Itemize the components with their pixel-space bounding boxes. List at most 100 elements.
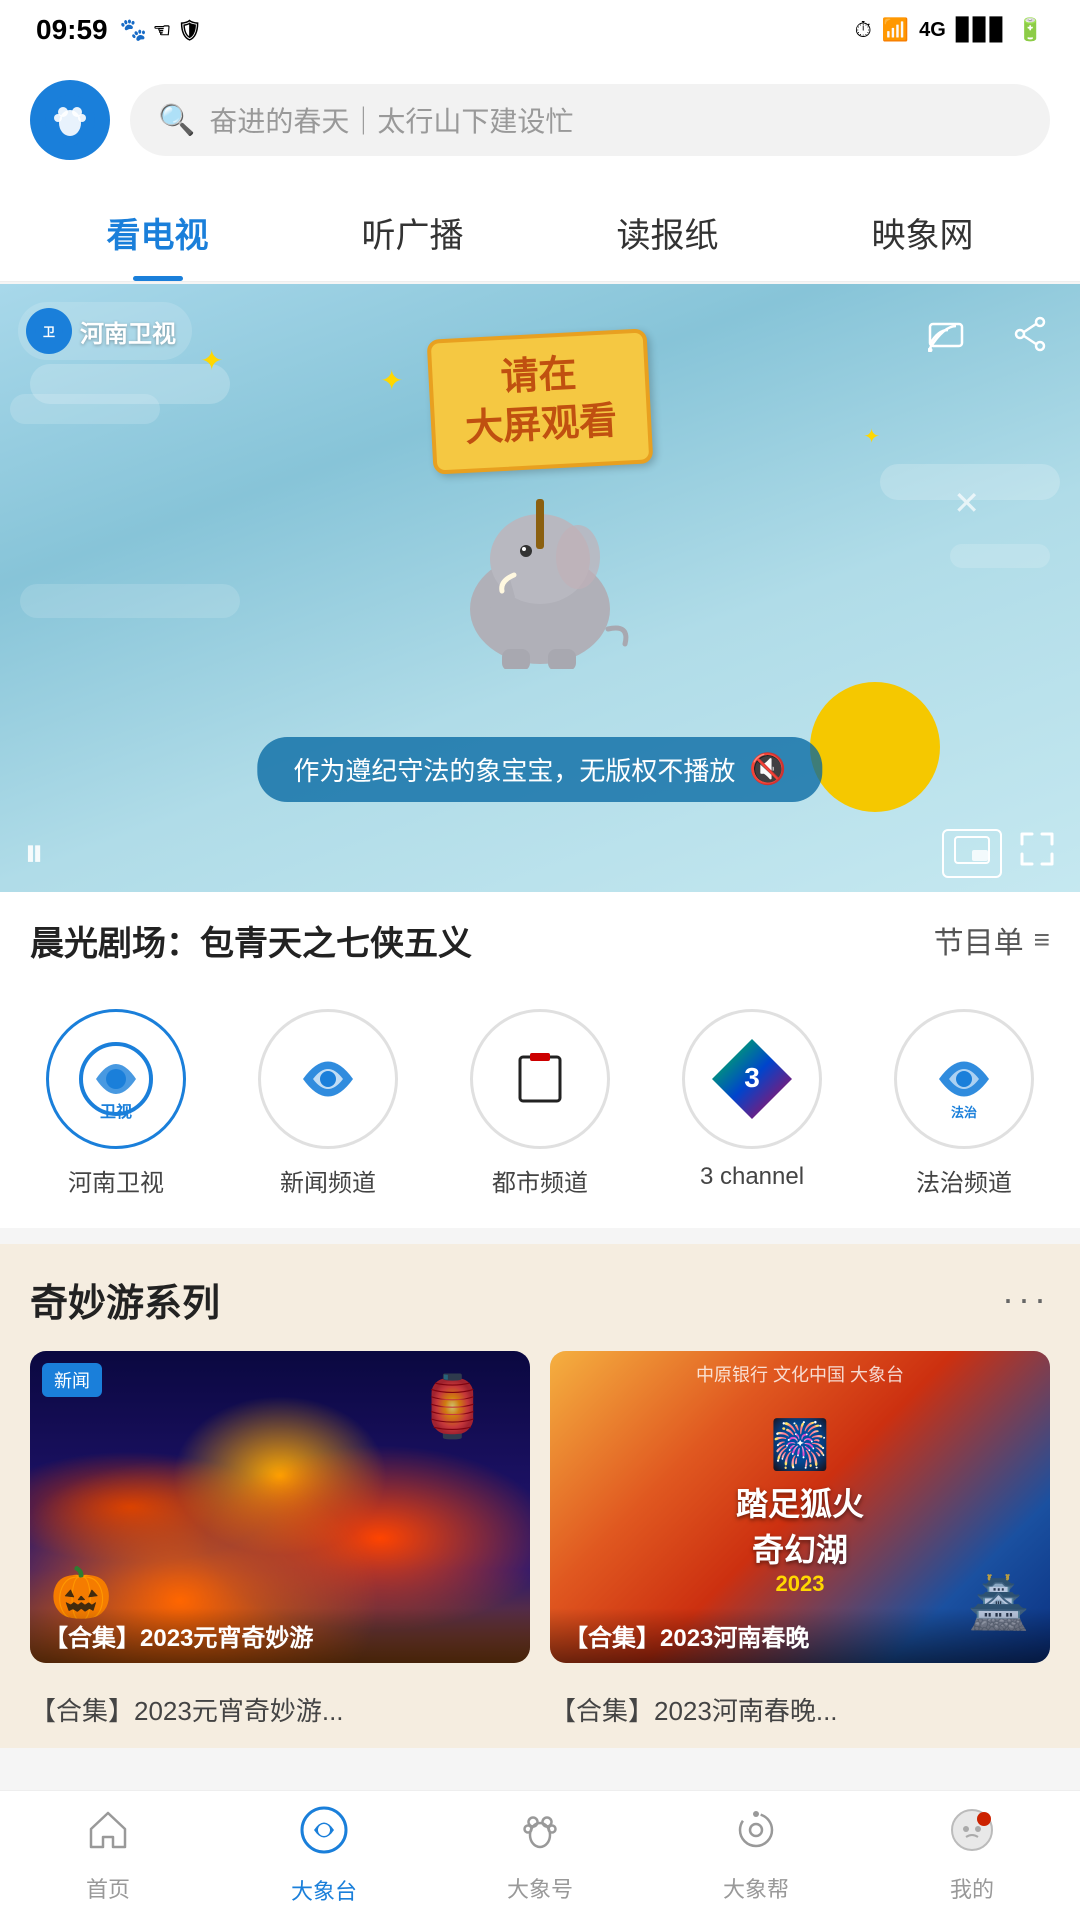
nav-daxianghao-label: 大象号 bbox=[507, 1872, 573, 1904]
nav-mine[interactable]: 我的 bbox=[864, 1791, 1080, 1920]
card-badge-1: 新闻 bbox=[42, 1363, 102, 1397]
channel-circle-dushi bbox=[470, 1009, 610, 1149]
tab-tv[interactable]: 看电视 bbox=[30, 180, 285, 281]
section-cards: 🏮 🎃 新闻 【合集】2023元宵奇妙游 中原银行 文化中国 大象台 🎆 踏足狐… bbox=[30, 1351, 1050, 1664]
nav-daxiangtai-label: 大象台 bbox=[291, 1874, 357, 1906]
cast-icon bbox=[928, 316, 964, 352]
nav-home-label: 首页 bbox=[86, 1872, 130, 1904]
section-header: 奇妙游系列 ··· bbox=[30, 1272, 1050, 1327]
program-title: 晨光剧场：包青天之七侠五义 bbox=[30, 916, 472, 965]
cloud-2 bbox=[10, 394, 160, 424]
app-logo[interactable] bbox=[30, 80, 110, 160]
search-bar[interactable]: 🔍 奋进的春天｜太行山下建设忙 bbox=[130, 84, 1050, 156]
cast-button[interactable] bbox=[914, 302, 978, 366]
channel-circle-fazhi: 法治 bbox=[894, 1009, 1034, 1149]
svg-text:法治: 法治 bbox=[951, 1105, 977, 1120]
fullscreen-icon bbox=[1018, 830, 1056, 868]
nav-daxiangtai[interactable]: 大象台 bbox=[216, 1791, 432, 1920]
search-icon: 🔍 bbox=[158, 103, 195, 138]
home-icon bbox=[85, 1807, 131, 1864]
channel-item-henan[interactable]: 卫视 河南卫视 bbox=[46, 1009, 186, 1198]
subtitle-bar: 作为遵纪守法的象宝宝，无版权不播放 🔇 bbox=[257, 737, 822, 802]
dushi-logo bbox=[490, 1029, 590, 1129]
channel-logo-circle: 卫 bbox=[26, 308, 72, 354]
hand-icon: ☜ bbox=[153, 18, 171, 43]
status-right-icons: ⏱ 📶 4G ▊▊▊ 🔋 bbox=[855, 17, 1044, 43]
sign-board: 请在 大屏观看 bbox=[427, 328, 654, 474]
card-captions-row: 【合集】2023元宵奇妙游... 【合集】2023河南春晚... bbox=[0, 1691, 1080, 1748]
channel-label-fazhi: 法治频道 bbox=[916, 1163, 1012, 1198]
wifi-icon: 📶 bbox=[882, 17, 909, 43]
cloud-5 bbox=[950, 544, 1050, 568]
caption-below-1: 【合集】2023元宵奇妙游... bbox=[30, 1691, 530, 1728]
battery-icon: 🔋 bbox=[1017, 17, 1044, 43]
channel-item-dushi[interactable]: 都市频道 bbox=[470, 1009, 610, 1198]
channel-label-news: 新闻频道 bbox=[280, 1163, 376, 1198]
section-title: 奇妙游系列 bbox=[30, 1272, 220, 1327]
card2-festival-text: 踏足狐火奇幻湖 bbox=[736, 1479, 864, 1571]
schedule-button[interactable]: 节目单 ≡ bbox=[934, 918, 1050, 962]
nav-daxianghao[interactable]: 大象号 bbox=[432, 1791, 648, 1920]
card-1-content: 🏮 🎃 新闻 【合集】2023元宵奇妙游 bbox=[30, 1351, 530, 1664]
nav-mine-label: 我的 bbox=[950, 1872, 994, 1904]
timer-icon: ⏱ bbox=[855, 17, 872, 43]
channel-circle-ch3: 3 bbox=[682, 1009, 822, 1149]
status-icons: 🐾 ☜ 🛡 bbox=[120, 17, 203, 43]
card-1[interactable]: 🏮 🎃 新闻 【合集】2023元宵奇妙游 bbox=[30, 1351, 530, 1664]
close-overlay-button[interactable]: ✕ bbox=[953, 484, 980, 522]
pip-button[interactable] bbox=[942, 829, 1002, 878]
channel-name-overlay: 河南卫视 bbox=[80, 314, 176, 349]
paw-svg bbox=[517, 1807, 563, 1853]
channel-item-news[interactable]: 新闻频道 bbox=[258, 1009, 398, 1198]
tab-radio[interactable]: 听广播 bbox=[285, 180, 540, 281]
channel-label-dushi: 都市频道 bbox=[492, 1163, 588, 1198]
tab-yingxiang[interactable]: 映象网 bbox=[795, 180, 1050, 281]
share-button[interactable] bbox=[998, 302, 1062, 366]
spark-1: ✦ bbox=[200, 344, 223, 377]
channel-item-fazhi[interactable]: 法治 法治频道 bbox=[894, 1009, 1034, 1198]
daxiangbang-icon bbox=[733, 1807, 779, 1864]
elephant-svg bbox=[430, 469, 650, 669]
pause-button[interactable]: ⏸ bbox=[24, 831, 44, 876]
video-player[interactable]: ✦ ✦ ✦ 卫 河南卫视 bbox=[0, 284, 1080, 892]
logo-icon bbox=[43, 93, 97, 147]
channel-circle-news bbox=[258, 1009, 398, 1149]
nav-home[interactable]: 首页 bbox=[0, 1791, 216, 1920]
bottom-nav: 首页 大象台 大象号 bbox=[0, 1790, 1080, 1920]
spark-3: ✦ bbox=[380, 364, 403, 397]
subtitle-text: 作为遵纪守法的象宝宝，无版权不播放 bbox=[293, 751, 735, 788]
section-more-button[interactable]: ··· bbox=[1002, 1278, 1050, 1320]
svg-text:卫: 卫 bbox=[43, 325, 55, 339]
news-logo bbox=[278, 1029, 378, 1129]
henan-logo-small: 卫 bbox=[33, 315, 65, 347]
status-time: 09:59 bbox=[36, 14, 108, 46]
tab-newspaper[interactable]: 读报纸 bbox=[540, 180, 795, 281]
shield-icon: 🛡 bbox=[177, 18, 202, 43]
signal-bars-icon: ▊▊▊ bbox=[956, 17, 1007, 43]
nav-daxiangbang-label: 大象帮 bbox=[723, 1872, 789, 1904]
card-2[interactable]: 中原银行 文化中国 大象台 🎆 踏足狐火奇幻湖 2023 🏯 【合集】2023河… bbox=[550, 1351, 1050, 1664]
header: 🔍 奋进的春天｜太行山下建设忙 bbox=[0, 60, 1080, 180]
fullscreen-button[interactable] bbox=[1018, 830, 1056, 877]
channel-label-henan: 河南卫视 bbox=[68, 1163, 164, 1198]
share-icon bbox=[1012, 316, 1048, 352]
signal-4g-icon: 4G bbox=[919, 19, 946, 42]
list-icon: ≡ bbox=[1034, 924, 1050, 956]
home-svg bbox=[85, 1807, 131, 1853]
nav-tabs: 看电视 听广播 读报纸 映象网 bbox=[0, 180, 1080, 282]
video-top-right-controls bbox=[914, 302, 1062, 366]
mute-icon: 🔇 bbox=[749, 752, 786, 787]
lantern-icon: 🏮 bbox=[415, 1371, 490, 1442]
henan-logo: 卫视 bbox=[66, 1029, 166, 1129]
search-placeholder-text: 奋进的春天｜太行山下建设忙 bbox=[209, 100, 573, 140]
elephant-illustration: 请在 大屏观看 bbox=[430, 334, 650, 669]
video-controls: ⏸ bbox=[0, 829, 1080, 878]
channel-item-ch3[interactable]: 3 3 channel bbox=[682, 1009, 822, 1198]
channel-label-ch3: 3 channel bbox=[700, 1163, 804, 1191]
card-2-content: 中原银行 文化中国 大象台 🎆 踏足狐火奇幻湖 2023 🏯 【合集】2023河… bbox=[550, 1351, 1050, 1664]
daxiangtai-icon bbox=[299, 1805, 349, 1866]
nav-daxiangbang[interactable]: 大象帮 bbox=[648, 1791, 864, 1920]
fazhi-logo: 法治 bbox=[914, 1029, 1014, 1129]
channel-list: 卫视 河南卫视 新闻频道 bbox=[0, 989, 1080, 1228]
pip-icon bbox=[954, 836, 990, 864]
